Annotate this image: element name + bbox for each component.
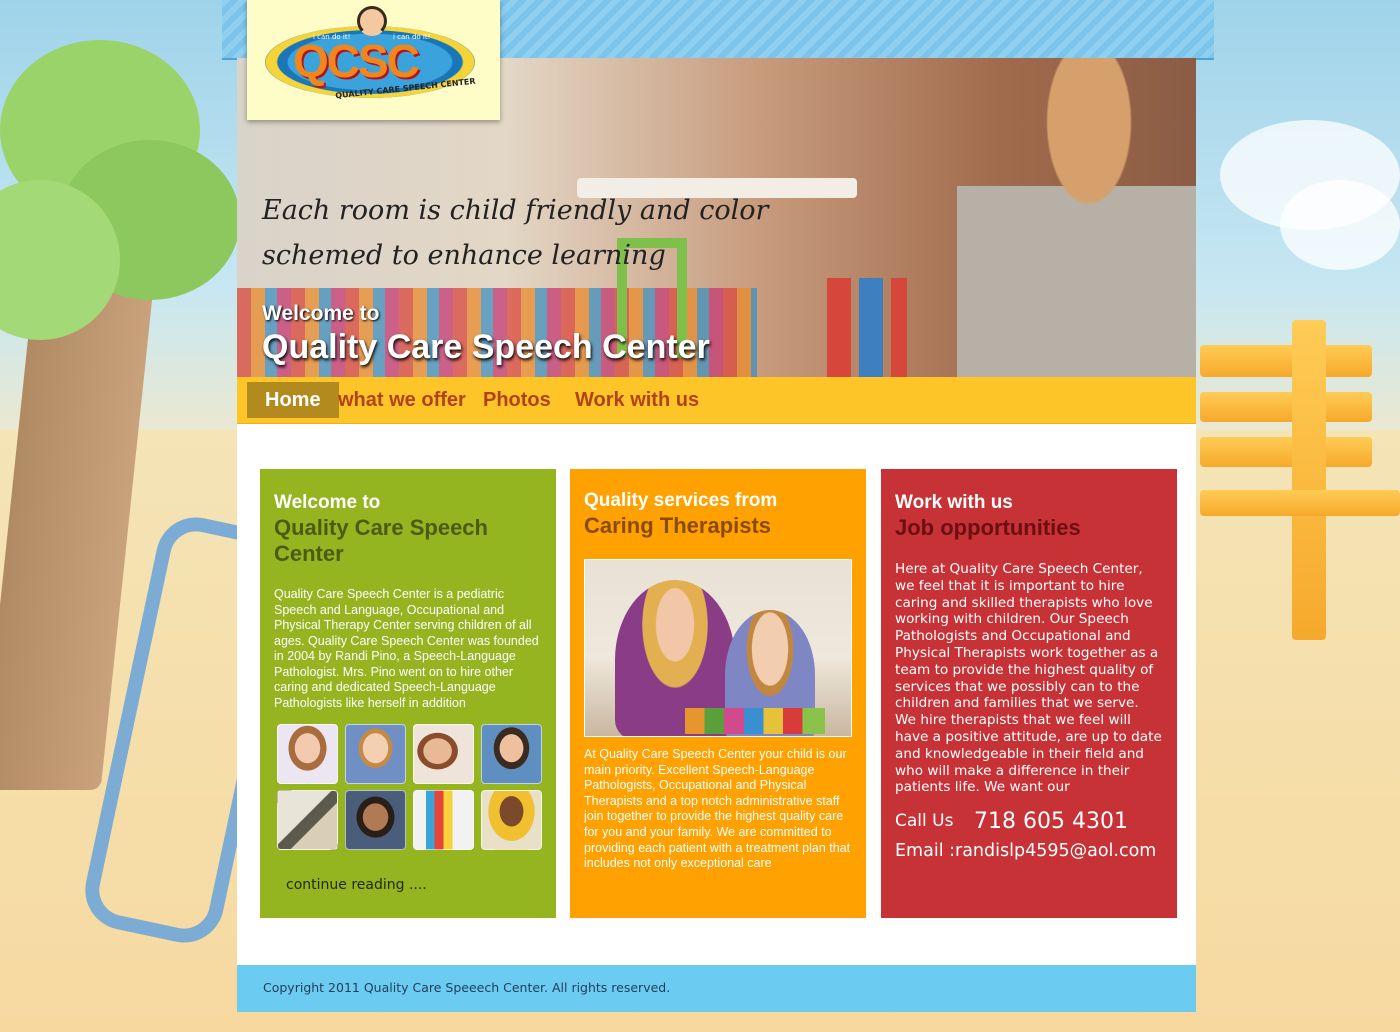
hero-tagline: Each room is child friendly and color sc… bbox=[262, 195, 769, 271]
site-logo[interactable]: i can do it! i can do it! QCSC QUALITY C… bbox=[247, 0, 500, 120]
call-us-label: Call Us bbox=[895, 811, 954, 831]
photo-thumbnail[interactable] bbox=[413, 724, 474, 784]
logo-kid-icon bbox=[357, 6, 387, 36]
hero-site-title: Quality Care Speech Center bbox=[262, 328, 710, 366]
footer-copyright: Copyright 2011 Quality Care Speeech Cent… bbox=[263, 980, 671, 995]
hero-child-graphic bbox=[957, 58, 1196, 378]
continue-reading-link[interactable]: continue reading .... bbox=[286, 877, 427, 893]
main-nav: Home what we offer Photos Work with us bbox=[237, 377, 1196, 424]
background-bench-seat bbox=[1200, 490, 1400, 516]
photo-thumbnails bbox=[277, 724, 543, 850]
welcome-box-subheading: Quality Care Speech Center bbox=[274, 515, 488, 566]
therapist-photo bbox=[584, 559, 852, 737]
welcome-box-heading: Welcome to bbox=[274, 492, 381, 513]
background-bench-back bbox=[1200, 437, 1372, 467]
nav-what-we-offer[interactable]: what we offer bbox=[320, 382, 484, 418]
services-box-heading: Quality services from bbox=[584, 490, 778, 511]
main-content: Welcome to Quality Care Speech Center Qu… bbox=[237, 424, 1196, 965]
hero-welcome-label: Welcome to bbox=[262, 302, 380, 325]
background-bench-post bbox=[1292, 320, 1326, 640]
background-bench-back bbox=[1200, 345, 1372, 377]
hero-blocks-graphic bbox=[827, 278, 907, 378]
photo-thumbnail[interactable] bbox=[277, 790, 338, 850]
photo-thumbnail[interactable] bbox=[345, 724, 406, 784]
nav-work-with-us[interactable]: Work with us bbox=[557, 382, 717, 418]
services-box-subheading: Caring Therapists bbox=[584, 513, 772, 538]
work-box: Work with us Job opportunities Here at Q… bbox=[881, 469, 1177, 918]
photo-thumbnail[interactable] bbox=[345, 790, 406, 850]
photo-thumbnail[interactable] bbox=[481, 790, 542, 850]
work-box-subheading: Job opportunities bbox=[895, 515, 1081, 540]
services-box-text: At Quality Care Speech Center your child… bbox=[584, 747, 851, 871]
photo-thumbnail[interactable] bbox=[413, 790, 474, 850]
pencil-cups-graphic bbox=[685, 708, 825, 734]
photo-thumbnail[interactable] bbox=[277, 724, 338, 784]
email-link[interactable]: Email :randislp4595@aol.com bbox=[895, 841, 1156, 861]
work-box-heading: Work with us bbox=[895, 492, 1013, 513]
nav-photos[interactable]: Photos bbox=[465, 382, 569, 418]
services-box: Quality services from Caring Therapists … bbox=[570, 469, 866, 918]
logo-acronym: QCSC bbox=[293, 35, 420, 87]
footer: Copyright 2011 Quality Care Speeech Cent… bbox=[237, 965, 1196, 1012]
phone-number[interactable]: 718 605 4301 bbox=[974, 809, 1128, 834]
welcome-box: Welcome to Quality Care Speech Center Qu… bbox=[260, 469, 556, 918]
work-box-text: Here at Quality Care Speech Center, we f… bbox=[895, 561, 1162, 796]
background-cloud bbox=[1280, 180, 1400, 270]
background-bench-back bbox=[1200, 392, 1372, 422]
welcome-box-text: Quality Care Speech Center is a pediatri… bbox=[274, 587, 539, 710]
photo-thumbnail[interactable] bbox=[481, 724, 542, 784]
